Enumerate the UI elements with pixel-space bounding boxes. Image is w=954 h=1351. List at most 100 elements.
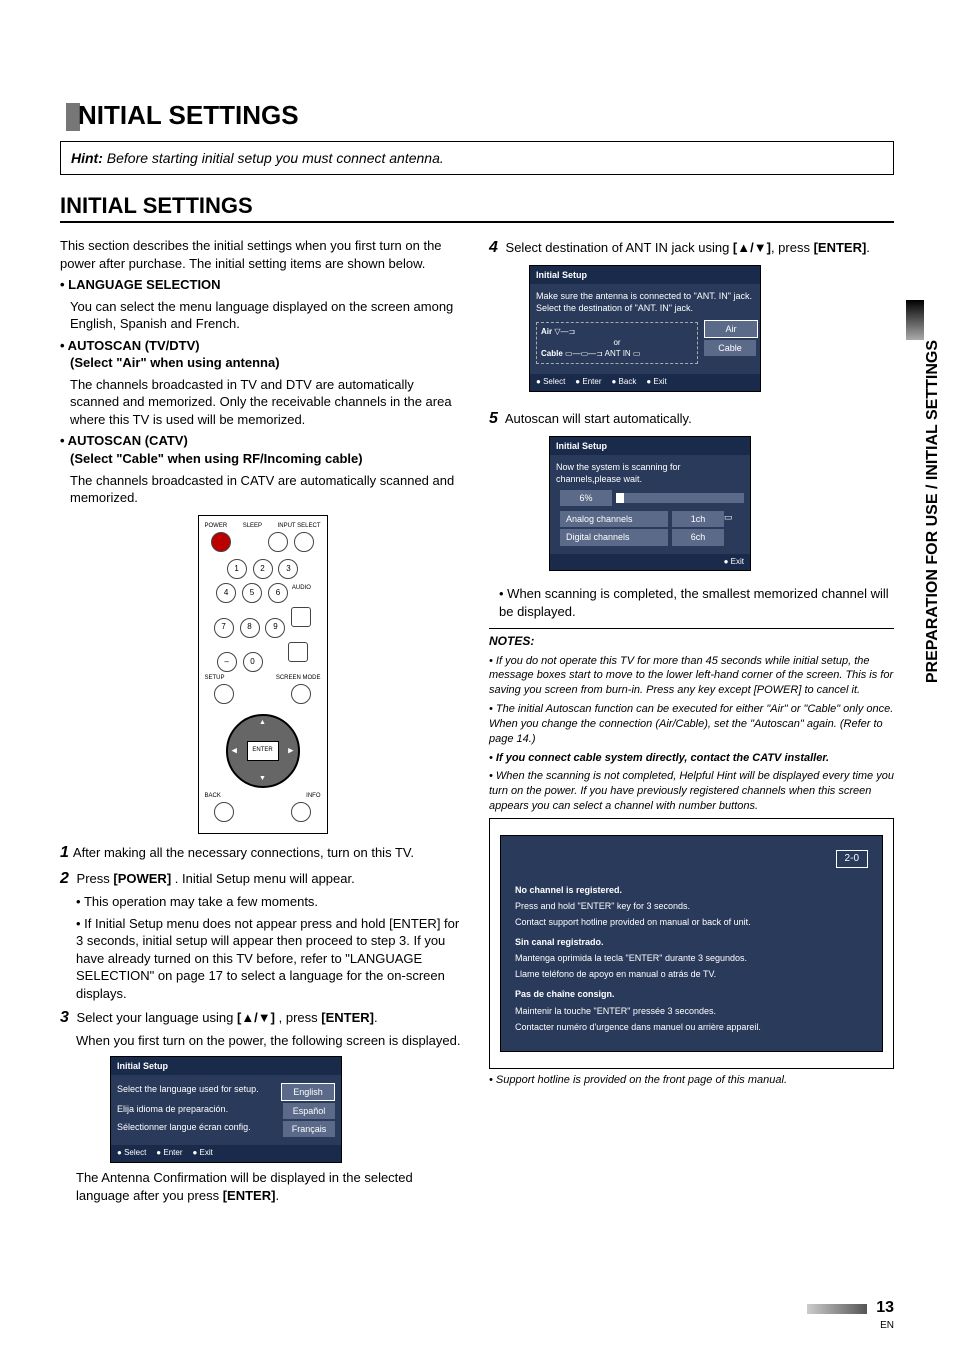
step-2a: Press <box>77 871 114 886</box>
last-note: Support hotline is provided on the front… <box>496 1074 787 1086</box>
lang-sel-head: • LANGUAGE SELECTION <box>60 276 465 294</box>
sidebar-tab: PREPARATION FOR USE / INITIAL SETTINGS <box>924 340 942 683</box>
notes-head: NOTES: <box>489 633 894 649</box>
osd3-foot-exit: Exit <box>724 557 744 568</box>
bluebox-wrap: 2-0 No channel is registered. Press and … <box>489 818 894 1069</box>
step-2b: . Initial Setup menu will appear. <box>175 871 355 886</box>
back-button <box>214 802 234 822</box>
osd-antenna: Initial Setup Make sure the antenna is c… <box>529 265 761 393</box>
enter-button: ENTER <box>247 741 279 761</box>
osd1-foot-select: Select <box>117 1148 146 1159</box>
footer-gradient <box>807 1304 867 1314</box>
bb-l2b: Mantenga oprimida la tecla "ENTER" duran… <box>515 952 868 964</box>
step4a: Select destination of ANT IN jack using <box>506 240 733 255</box>
setup-button <box>214 684 234 704</box>
step3-after-enter: [ENTER] <box>223 1188 276 1203</box>
left-column: This section describes the initial setti… <box>60 233 465 1208</box>
osd1-r2r: Français <box>283 1121 335 1137</box>
step5-text: Autoscan will start automatically. <box>505 411 692 426</box>
right-column: 4 Select destination of ANT IN jack usin… <box>489 233 894 1208</box>
bb-l3b: Maintenir la touche "ENTER" pressée 3 se… <box>515 1005 868 1017</box>
screen-button <box>291 684 311 704</box>
step4b: , press <box>771 240 814 255</box>
digit-3: 3 <box>278 559 298 579</box>
osd1-foot-enter: Enter <box>156 1148 182 1159</box>
diag-or: or <box>541 338 693 349</box>
step2-bullet-0: This operation may take a few moments. <box>84 894 318 909</box>
note-0: If you do not operate this TV for more t… <box>489 655 893 697</box>
osd3-r0l: Analog channels <box>560 511 668 527</box>
page-number: 13 <box>876 1299 894 1316</box>
osd2-title: Initial Setup <box>530 266 760 284</box>
bb-l3a: Pas de chaîne consign. <box>515 988 868 1000</box>
osd2-foot-select: Select <box>536 377 565 388</box>
diag-air: Air <box>541 327 552 336</box>
osd1-r1l: Elija idioma de preparación. <box>117 1103 228 1119</box>
autoscan-tv-body: The channels broadcasted in TV and DTV a… <box>70 376 465 429</box>
notes-block: NOTES: • If you do not operate this TV f… <box>489 633 894 814</box>
digit-6: 6 <box>268 583 288 603</box>
step3c: . <box>374 1010 378 1025</box>
osd3-title: Initial Setup <box>550 437 750 455</box>
autoscan-tv-sub: (Select "Air" when using antenna) <box>70 354 465 372</box>
intro-text: This section describes the initial setti… <box>60 237 465 272</box>
remote-input-label: INPUT SELECT <box>278 522 321 530</box>
sleep-button <box>268 532 288 552</box>
lang-sel-body: You can select the menu language display… <box>70 298 465 333</box>
autoscan-catv-sub: (Select "Cable" when using RF/Incoming c… <box>70 450 465 468</box>
osd2-line1: Make sure the antenna is connected to "A… <box>536 290 754 302</box>
step3-keys: [▲/▼] <box>237 1010 275 1025</box>
input-button <box>294 532 314 552</box>
digit-4: 4 <box>216 583 236 603</box>
bb-l1c: Contact support hotline provided on manu… <box>515 916 868 928</box>
note-2: If you connect cable system directly, co… <box>496 752 829 764</box>
step4c: . <box>866 240 870 255</box>
osd3-r0r: 1ch <box>672 511 724 527</box>
remote-screen-label: SCREEN MODE <box>276 674 321 682</box>
autoscan-tv-head: • AUTOSCAN (TV/DTV) <box>60 337 465 355</box>
dash-button: – <box>217 652 237 672</box>
step-4-num: 4 <box>489 239 498 256</box>
step2-bullet-1: If Initial Setup menu does not appear pr… <box>76 916 459 1001</box>
step3b: , press <box>279 1010 322 1025</box>
remote-setup-label: SETUP <box>205 674 225 682</box>
audio-button <box>291 607 311 627</box>
remote-info-label: INFO <box>306 792 320 800</box>
sidebar-gradient <box>906 300 924 340</box>
autoscan-catv-body: The channels broadcasted in CATV are aut… <box>70 472 465 507</box>
remote-sleep-label: SLEEP <box>243 522 262 530</box>
digit-7: 7 <box>214 618 234 638</box>
osd2-opt-cable: Cable <box>704 340 756 356</box>
step4-enter: [ENTER] <box>814 240 867 255</box>
osd1-r2l: Sélectionner langue écran config. <box>117 1121 251 1137</box>
osd1-title: Initial Setup <box>111 1057 341 1075</box>
osd3-r1l: Digital channels <box>560 529 668 545</box>
bb-l3c: Contacter numéro d'urgence dans manuel o… <box>515 1021 868 1033</box>
osd3-pct: 6% <box>560 490 612 506</box>
bb-l2c: Llame teléfono de apoyo en manual o atrá… <box>515 968 868 980</box>
remote-back-label: BACK <box>205 792 221 800</box>
step3-enter: [ENTER] <box>321 1010 374 1025</box>
remote-audio-label: AUDIO <box>292 585 311 591</box>
osd2-diagram: Air ▽—⊐ or Cable ▭—▭—⊐ ANT IN ▭ <box>536 322 698 364</box>
step-1-num: 1 <box>60 844 69 861</box>
autoscan-catv-head: • AUTOSCAN (CATV) <box>60 432 465 450</box>
step3a: Select your language using <box>77 1010 237 1025</box>
step-2-power: [POWER] <box>113 871 171 886</box>
osd3-r1r: 6ch <box>672 529 724 545</box>
digit-8: 8 <box>240 618 260 638</box>
osd2-line2: Select the destination of "ANT. IN" jack… <box>536 302 754 314</box>
osd-language: Initial Setup Select the language used f… <box>110 1056 342 1163</box>
section-heading: INITIAL SETTINGS <box>60 193 894 223</box>
osd-autoscan: Initial Setup Now the system is scanning… <box>549 436 751 572</box>
step3-after-dot: . <box>275 1188 279 1203</box>
osd1-r0r: English <box>281 1083 335 1101</box>
page-footer: 13 EN <box>807 1299 894 1331</box>
still-button <box>288 642 308 662</box>
diag-cable: Cable <box>541 349 563 358</box>
digit-1: 1 <box>227 559 247 579</box>
osd1-foot-exit: Exit <box>192 1148 212 1159</box>
osd1-r1r: Español <box>283 1103 335 1119</box>
step-3-num: 3 <box>60 1009 69 1026</box>
digit-2: 2 <box>253 559 273 579</box>
